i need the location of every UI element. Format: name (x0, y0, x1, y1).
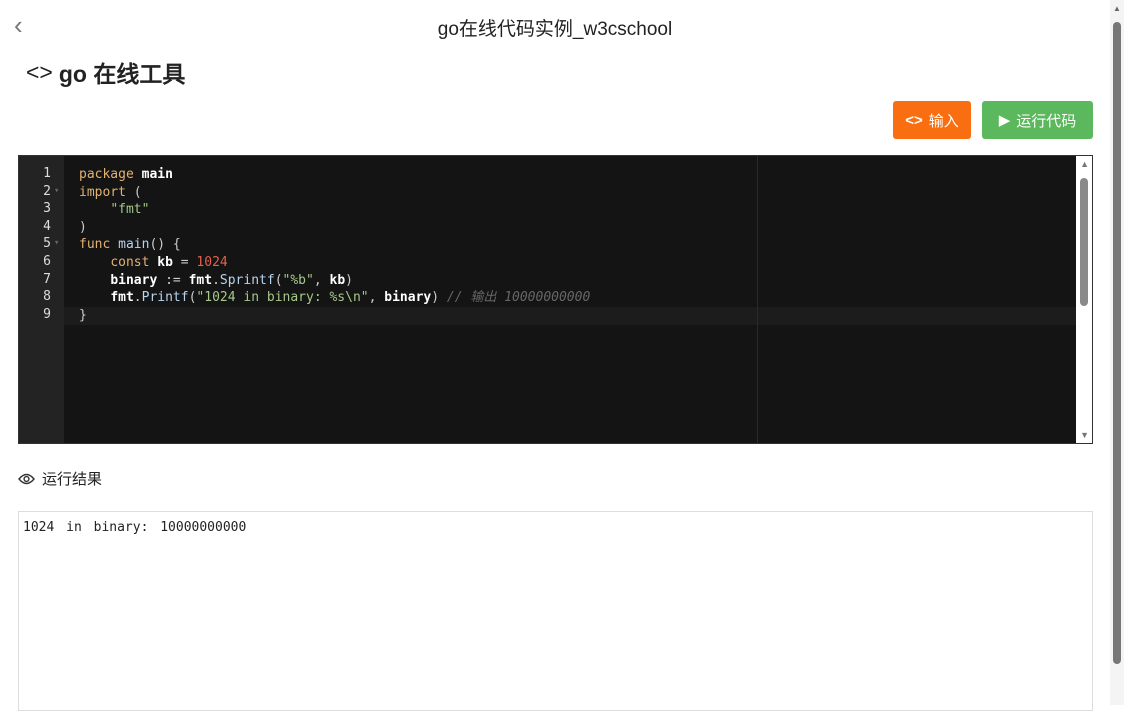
scroll-up-icon[interactable]: ▲ (1080, 159, 1089, 169)
code-token: . (134, 290, 142, 305)
code-token: ) (79, 220, 87, 235)
code-line: fmt.Printf("1024 in binary: %s\n", binar… (79, 289, 590, 307)
code-token (79, 290, 110, 305)
code-token: binary (384, 290, 431, 305)
code-line: ) (79, 219, 590, 237)
code-token (79, 273, 110, 288)
result-label: 运行结果 (42, 468, 102, 489)
run-code-button[interactable]: ▶ 运行代码 (982, 101, 1093, 139)
code-token: ( (126, 185, 142, 200)
code-token (79, 255, 110, 270)
code-token: Printf (142, 290, 189, 305)
code-token: , (314, 273, 330, 288)
code-token: fmt (189, 273, 212, 288)
line-number: 6 (19, 254, 51, 269)
play-icon: ▶ (999, 111, 1011, 129)
result-header: 运行结果 (18, 468, 102, 489)
line-number: 2 ▾ (19, 184, 51, 199)
code-token: "fmt" (110, 202, 149, 217)
page-heading: go 在线工具 (59, 55, 186, 89)
code-token: . (212, 273, 220, 288)
code-token: // 输出 10000000000 (447, 290, 590, 305)
code-token: () { (149, 237, 180, 252)
code-brackets-icon: <> (26, 59, 53, 86)
code-line: package main (79, 166, 590, 184)
line-number: 4 (19, 219, 51, 234)
code-token: main (142, 167, 173, 182)
fold-arrow-icon[interactable]: ▾ (54, 238, 59, 248)
line-number: 9 (19, 307, 51, 322)
input-button-label: 输入 (929, 110, 959, 131)
code-line: "fmt" (79, 201, 590, 219)
code-token: import (79, 185, 126, 200)
run-button-label: 运行代码 (1016, 110, 1076, 131)
code-token: "1024 in binary: %s\n" (196, 290, 368, 305)
code-line: const kb = 1024 (79, 254, 590, 272)
line-number: 1 (19, 166, 51, 181)
page-scrollbar[interactable]: ▲ (1110, 0, 1124, 705)
scroll-down-icon[interactable]: ▼ (1080, 430, 1089, 440)
line-number: 3 (19, 201, 51, 216)
code-token (134, 167, 142, 182)
print-margin (757, 156, 758, 443)
window-title: go在线代码实例_w3cschool (0, 14, 1110, 41)
line-number: 5 ▾ (19, 236, 51, 251)
code-token: "%b" (283, 273, 314, 288)
code-line: import ( (79, 184, 590, 202)
code-token: Sprintf (220, 273, 275, 288)
code-token: = (173, 255, 196, 270)
editor-scrollbar[interactable]: ▲ ▼ (1076, 156, 1092, 443)
code-token: const (110, 255, 149, 270)
code-token: ) (345, 273, 353, 288)
code-token: := (157, 273, 188, 288)
line-number: 8 (19, 289, 51, 304)
code-token: func (79, 237, 110, 252)
code-token (79, 202, 110, 217)
title-bar: ‹ go在线代码实例_w3cschool (0, 0, 1110, 50)
eye-icon (18, 473, 35, 485)
scroll-up-icon[interactable]: ▲ (1113, 4, 1121, 13)
editor-scroll-thumb[interactable] (1080, 178, 1088, 306)
line-number: 7 (19, 272, 51, 287)
code-brackets-icon: <> (905, 112, 923, 129)
code-line: } (79, 307, 590, 325)
code-line: binary := fmt.Sprintf("%b", kb) (79, 272, 590, 290)
code-token: binary (110, 273, 157, 288)
page-title: <> go 在线工具 (26, 55, 185, 89)
code-line: func main() { (79, 236, 590, 254)
code-editor[interactable]: 12 ▾345 ▾6789 package mainimport ( "fmt"… (18, 155, 1093, 444)
code-token: ( (275, 273, 283, 288)
code-token: fmt (110, 290, 133, 305)
code-token: ) (431, 290, 447, 305)
code-token: main (118, 237, 149, 252)
code-token (110, 237, 118, 252)
code-token: } (79, 308, 87, 323)
result-output: 1024 in binary: 10000000000 (18, 511, 1093, 711)
input-button[interactable]: <> 输入 (893, 101, 971, 139)
code-token: package (79, 167, 134, 182)
code-content[interactable]: package mainimport ( "fmt")func main() {… (79, 166, 590, 324)
code-token: , (369, 290, 385, 305)
line-number-gutter: 1 2 ▾ 3 4 5 ▾ 6 7 8 9 (19, 156, 64, 443)
code-token: kb (157, 255, 173, 270)
code-token: kb (330, 273, 346, 288)
code-token: 1024 (196, 255, 227, 270)
fold-arrow-icon[interactable]: ▾ (54, 186, 59, 196)
page-scroll-thumb[interactable] (1113, 22, 1121, 664)
